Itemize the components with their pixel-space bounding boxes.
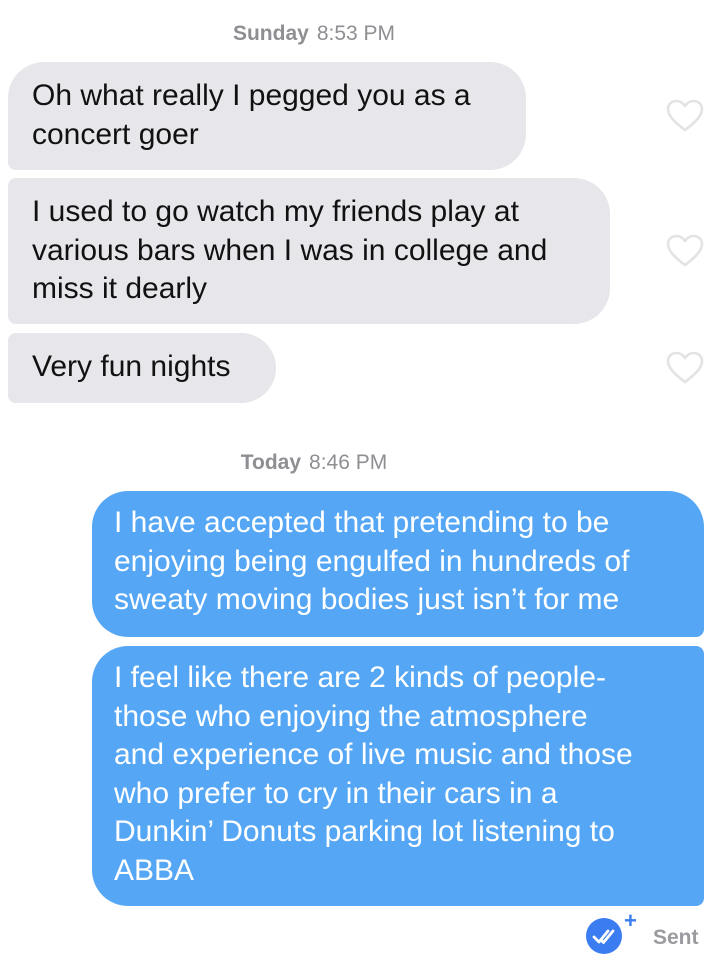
heart-outline-icon[interactable] (666, 351, 704, 385)
heart-outline-icon[interactable] (666, 234, 704, 268)
double-check-icon[interactable] (586, 918, 622, 954)
timestamp-divider: Today 8:46 PM (0, 449, 678, 477)
plus-icon[interactable]: + (624, 910, 637, 932)
received-message[interactable]: Oh what really I pegged you as a concert… (8, 62, 526, 170)
timestamp-time: 8:46 PM (309, 451, 388, 474)
message-status: + Sent (586, 910, 716, 956)
chat-thread: Sunday 8:53 PM Oh what really I pegged yo… (0, 0, 728, 964)
sent-message[interactable]: I have accepted that pretending to be en… (92, 491, 704, 637)
received-message[interactable]: Very fun nights (8, 333, 276, 403)
timestamp-day: Sunday (232, 22, 309, 45)
sent-status-label: Sent (653, 926, 699, 949)
timestamp-day: Today (240, 451, 302, 474)
received-message[interactable]: I used to go watch my friends play at va… (8, 178, 610, 324)
timestamp-divider: Sunday 8:53 PM (0, 20, 678, 48)
sent-message[interactable]: I feel like there are 2 kinds of people-… (92, 646, 704, 906)
heart-outline-icon[interactable] (666, 99, 704, 133)
timestamp-time: 8:53 PM (316, 22, 396, 45)
